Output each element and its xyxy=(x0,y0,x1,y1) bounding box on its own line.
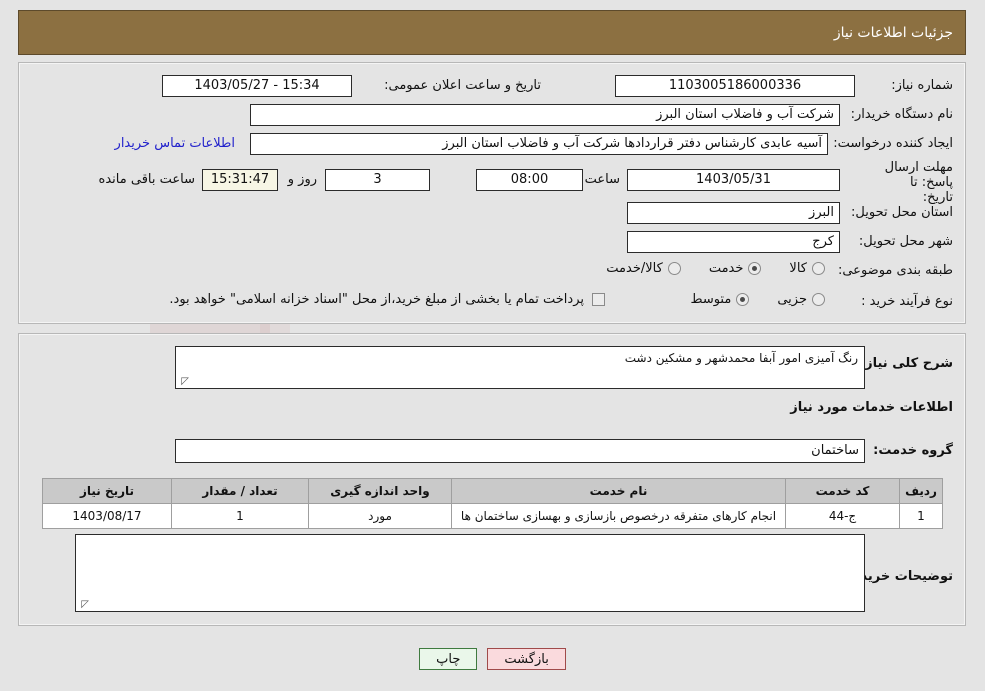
process-option-motavaset[interactable]: متوسط xyxy=(690,292,750,307)
general-desc-textarea[interactable]: رنگ آمیزی امور آبفا محمدشهر و مشکین دشت … xyxy=(175,346,865,389)
table-header-row: ردیف کد خدمت نام خدمت واحد اندازه گیری ت… xyxy=(42,478,943,504)
buyer-org-label: نام دستگاه خریدار: xyxy=(850,107,953,122)
cell-date: 1403/08/17 xyxy=(42,503,172,529)
category-option-kala-khedmat-label: کالا/خدمت xyxy=(606,261,663,276)
need-info-panel: شماره نیاز: 1103005186000336 تاریخ و ساع… xyxy=(18,62,966,324)
print-button[interactable]: چاپ xyxy=(419,648,478,670)
back-button[interactable]: بازگشت xyxy=(487,648,566,670)
remaining-days-unit-label: روز و xyxy=(287,172,317,187)
category-option-kala[interactable]: کالا xyxy=(789,261,825,276)
buyer-notes-textarea[interactable]: ◸ xyxy=(75,534,865,612)
need-number-label: شماره نیاز: xyxy=(891,78,953,93)
category-option-khedmat[interactable]: خدمت xyxy=(709,261,762,276)
buyer-org-field: شرکت آب و فاضلاب استان البرز xyxy=(250,104,840,126)
resize-grip-icon-2[interactable]: ◸ xyxy=(79,600,89,610)
service-group-label: گروه خدمت: xyxy=(873,443,953,458)
general-desc-label: شرح کلی نیاز: xyxy=(859,356,953,371)
cell-code: ج-44 xyxy=(785,503,900,529)
page-header: جزئیات اطلاعات نیاز xyxy=(18,10,966,55)
radio-khedmat-icon[interactable] xyxy=(748,262,762,275)
th-code: کد خدمت xyxy=(785,478,900,504)
general-desc-value: رنگ آمیزی امور آبفا محمدشهر و مشکین دشت xyxy=(624,351,858,365)
page-title: جزئیات اطلاعات نیاز xyxy=(833,24,953,41)
deadline-date-field: 1403/05/31 xyxy=(627,169,840,191)
category-label: طبقه بندی موضوعی: xyxy=(837,263,953,278)
remaining-suffix-label: ساعت باقی مانده xyxy=(98,172,195,187)
th-unit: واحد اندازه گیری xyxy=(308,478,452,504)
creator-label: ایجاد کننده درخواست: xyxy=(833,136,953,151)
process-option-jozee[interactable]: جزیی xyxy=(777,292,825,307)
city-label: شهر محل تحویل: xyxy=(858,234,953,249)
process-option-jozee-label: جزیی xyxy=(777,292,807,307)
deadline-label-line1: مهلت ارسال پاسخ: تا xyxy=(884,160,953,190)
creator-field: آسیه عابدی کارشناس دفتر قراردادها شرکت آ… xyxy=(250,133,828,155)
city-field: کرج xyxy=(627,231,840,253)
buyer-contact-link[interactable]: اطلاعات تماس خریدار xyxy=(115,136,235,151)
deadline-label-line2: تاریخ: xyxy=(922,190,953,205)
treasury-note-label: پرداخت تمام یا بخشی از مبلغ خرید،از محل … xyxy=(169,292,584,307)
radio-kala-icon[interactable] xyxy=(812,262,825,275)
category-option-khedmat-label: خدمت xyxy=(708,261,744,276)
process-option-motavaset-label: متوسط xyxy=(690,292,732,307)
services-table: ردیف کد خدمت نام خدمت واحد اندازه گیری ت… xyxy=(42,478,943,529)
process-label: نوع فرآیند خرید : xyxy=(861,294,953,309)
table-row: 1 ج-44 انجام کارهای متفرقه درخصوص بازساز… xyxy=(42,503,943,529)
remaining-timer-field: 15:31:47 xyxy=(202,169,278,191)
public-announce-label: تاریخ و ساعت اعلان عمومی: xyxy=(384,78,541,93)
category-option-kala-khedmat[interactable]: کالا/خدمت xyxy=(606,261,681,276)
services-section-title: اطلاعات خدمات مورد نیاز xyxy=(790,400,953,415)
button-bar: بازگشت چاپ xyxy=(0,648,985,670)
province-field: البرز xyxy=(627,202,840,224)
remaining-days-field: 3 xyxy=(325,169,430,191)
resize-grip-icon[interactable]: ◸ xyxy=(179,377,189,387)
service-group-field: ساختمان xyxy=(175,439,865,463)
need-number-field: 1103005186000336 xyxy=(615,75,855,97)
cell-name: انجام کارهای متفرقه درخصوص بازسازی و بهس… xyxy=(451,503,786,529)
deadline-hour-label: ساعت xyxy=(584,172,620,187)
radio-kala-khedmat-icon[interactable] xyxy=(667,262,681,275)
public-announce-field: 15:34 - 1403/05/27 xyxy=(162,75,352,97)
treasury-checkbox[interactable] xyxy=(592,293,605,306)
cell-qty: 1 xyxy=(171,503,309,529)
cell-index: 1 xyxy=(899,503,943,529)
th-name: نام خدمت xyxy=(451,478,786,504)
radio-motavaset-icon[interactable] xyxy=(736,293,750,306)
radio-jozee-icon[interactable] xyxy=(812,293,825,306)
category-option-kala-label: کالا xyxy=(789,261,807,276)
th-qty: تعداد / مقدار xyxy=(171,478,309,504)
cell-unit: مورد xyxy=(308,503,452,529)
deadline-hour-field: 08:00 xyxy=(476,169,583,191)
th-date: تاریخ نیاز xyxy=(42,478,172,504)
province-label: استان محل تحویل: xyxy=(851,205,953,220)
th-index: ردیف xyxy=(899,478,943,504)
